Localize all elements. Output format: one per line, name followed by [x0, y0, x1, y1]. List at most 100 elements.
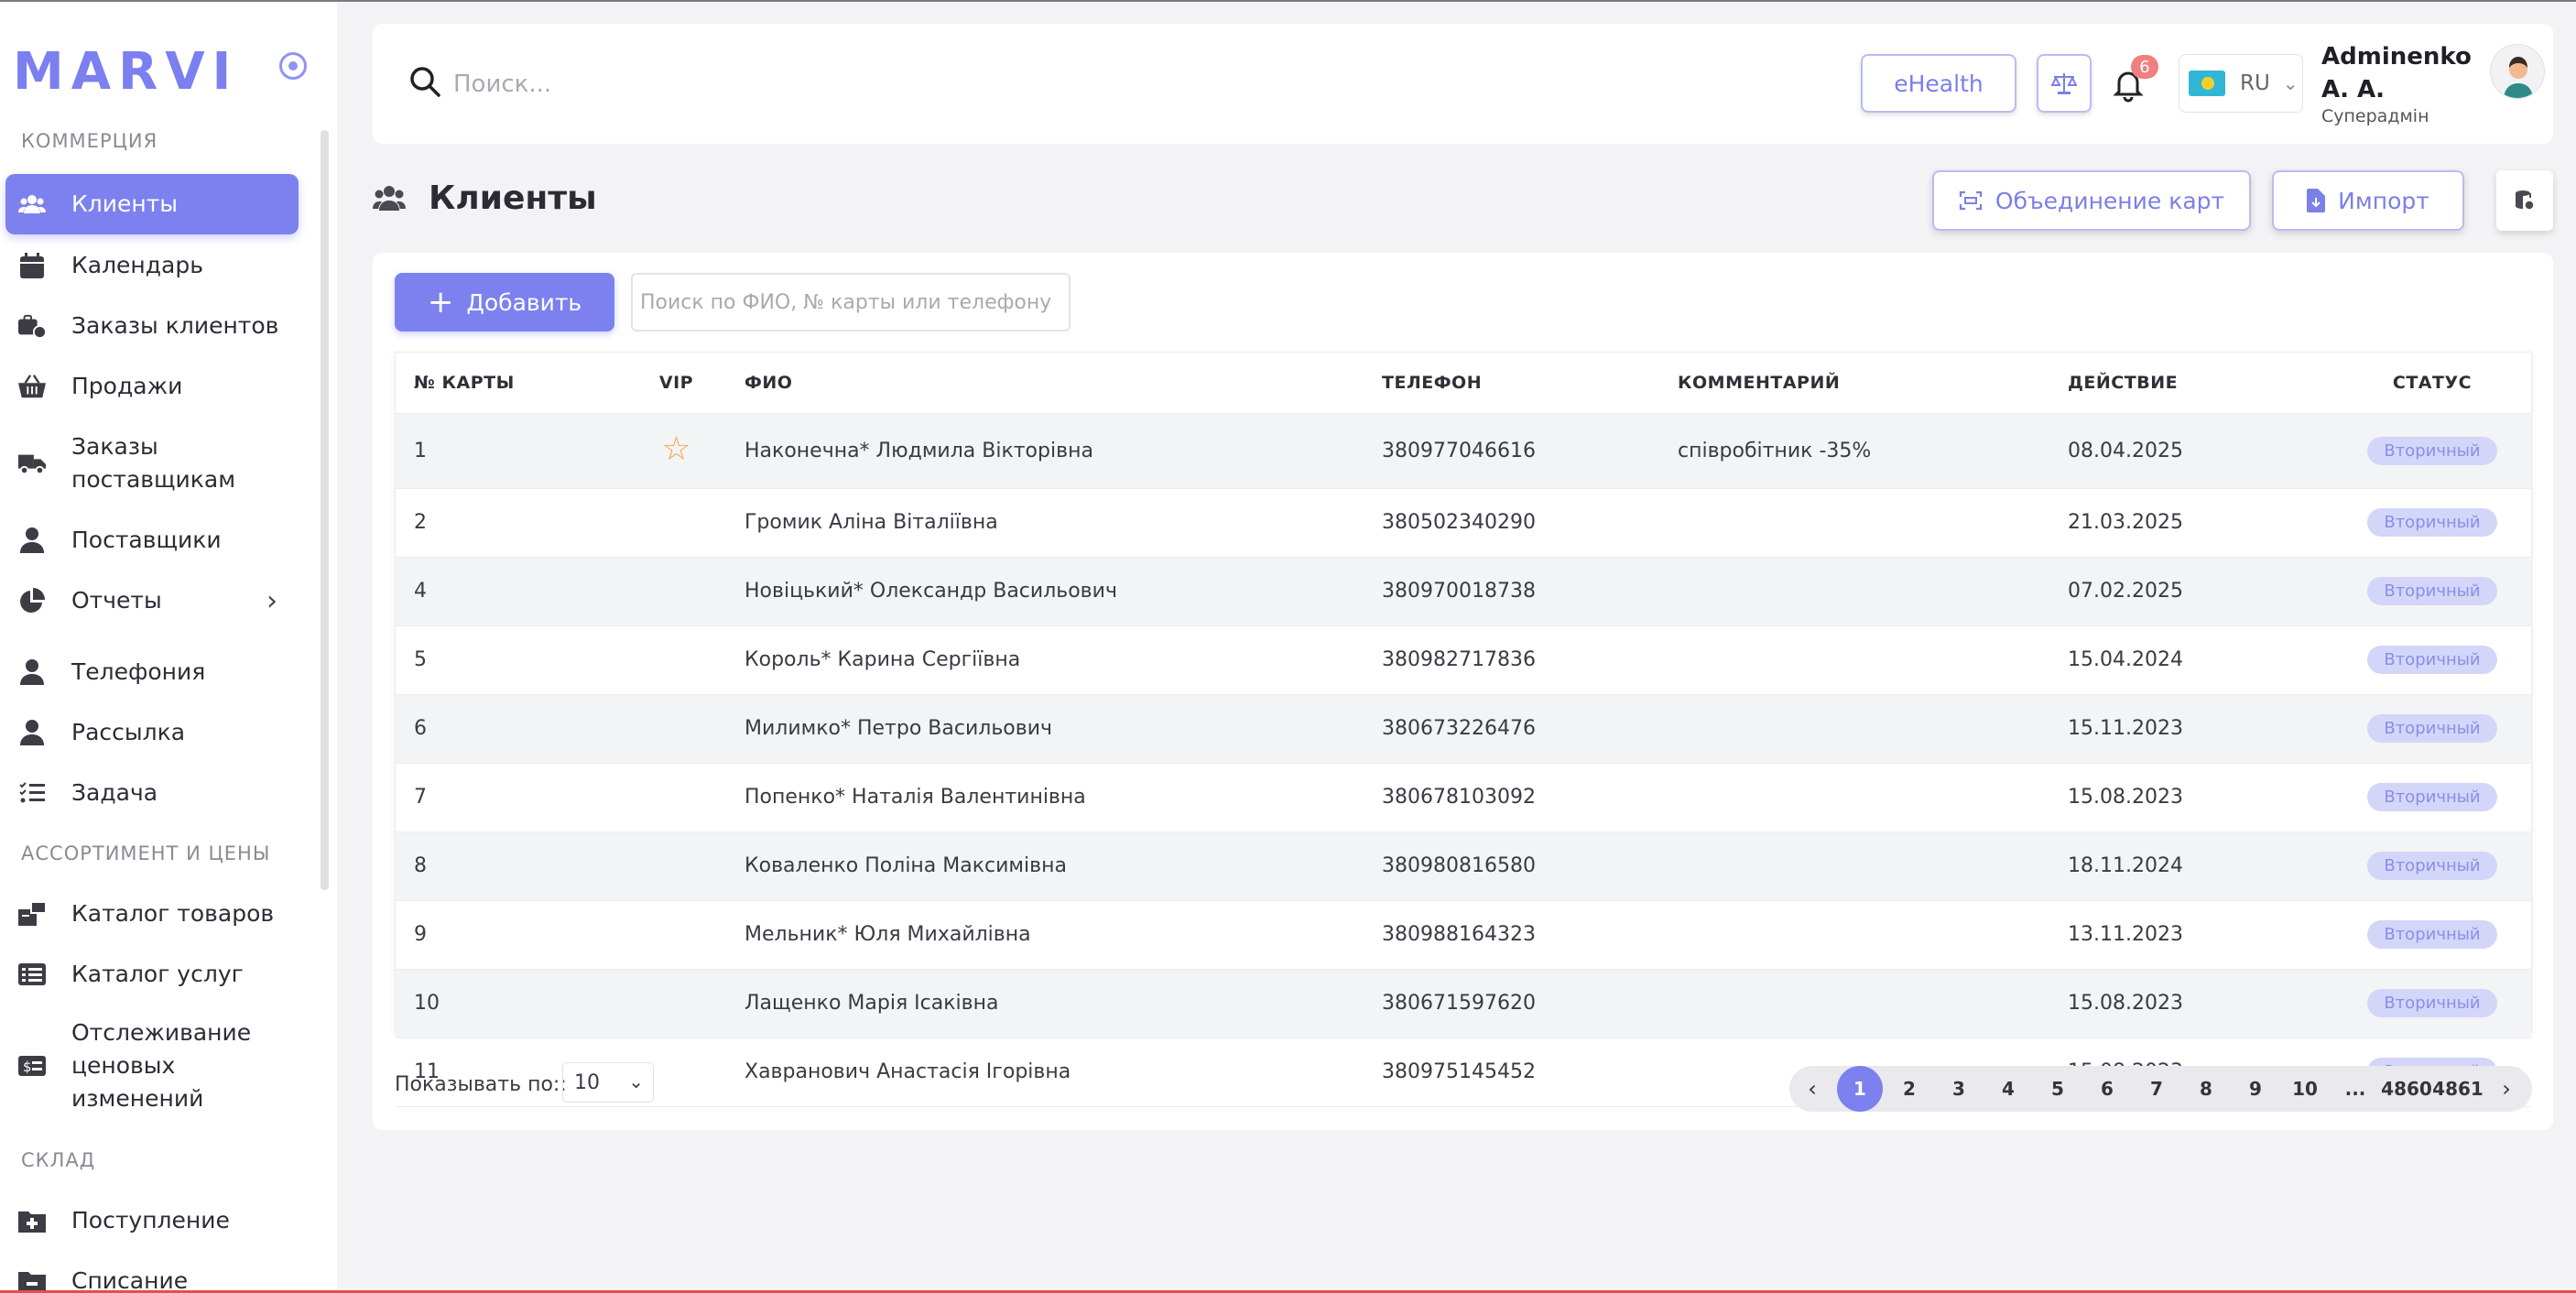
page-button[interactable]: 8 — [2181, 1066, 2231, 1112]
column-header-phone[interactable]: ТЕЛЕФОН — [1382, 353, 1678, 414]
page-button[interactable]: 4861 — [2432, 1066, 2484, 1112]
next-page-icon[interactable]: › — [2484, 1066, 2529, 1112]
page-button[interactable]: 2 — [1885, 1066, 1934, 1112]
prev-page-icon[interactable]: ‹ — [1789, 1066, 1835, 1112]
cell-name: Хавранович Анастасія Ігорівна — [721, 1038, 1382, 1107]
column-header-comment[interactable]: КОММЕНТАРИЙ — [1678, 353, 2068, 414]
user-name[interactable]: Adminenko А. А. — [2321, 40, 2477, 106]
cell-card-number: 2 — [396, 488, 632, 558]
page-button[interactable]: 6 — [2082, 1066, 2132, 1112]
collapse-sidebar-icon[interactable] — [279, 52, 307, 80]
cell-status: Вторичный — [2333, 831, 2531, 901]
sidebar-item-write-off[interactable]: Списание — [5, 1265, 299, 1290]
page-button[interactable]: 10 — [2280, 1066, 2330, 1112]
page-button[interactable]: 4 — [1984, 1066, 2033, 1112]
sidebar-item-calendar[interactable]: Календарь — [5, 249, 299, 282]
cell-phone: 380977046616 — [1382, 413, 1678, 489]
search-icon — [410, 67, 440, 97]
table-row[interactable]: 2 Громик Аліна Віталіївна 380502340290 21.0… — [396, 488, 2531, 558]
sidebar-item-product-catalog[interactable]: Каталог товаров — [5, 897, 299, 930]
sidebar-item-suppliers[interactable]: Поставщики — [5, 524, 299, 557]
sidebar-item-sales[interactable]: Продажи — [5, 370, 299, 403]
column-header-status[interactable]: СТАТУС — [2333, 353, 2531, 414]
table-row[interactable]: 8 Коваленко Поліна Максимівна 380980816580… — [396, 831, 2531, 901]
client-search-input[interactable] — [631, 273, 1071, 331]
sidebar-section-commerce: КОММЕРЦИЯ — [21, 130, 158, 152]
file-import-icon — [2307, 189, 2326, 212]
cell-comment — [1678, 557, 2068, 626]
cell-name: Попенко* Наталія Валентинівна — [721, 763, 1382, 832]
cell-status: Вторичный — [2333, 763, 2531, 832]
column-header-action[interactable]: ДЕЙСТВИЕ — [2068, 353, 2333, 414]
cell-comment — [1678, 625, 2068, 695]
table-row[interactable]: 5 Король* Карина Сергіївна 380982717836 15.… — [396, 625, 2531, 695]
merge-cards-button[interactable]: Объединение карт — [1932, 170, 2251, 231]
table-row[interactable]: 6 Милимко* Петро Васильович 380673226476 15… — [396, 694, 2531, 764]
page-button[interactable]: 3 — [1934, 1066, 1984, 1112]
table-row[interactable]: 7 Попенко* Наталія Валентинівна 3806781030… — [396, 763, 2531, 832]
page-button[interactable]: 4860 — [2381, 1066, 2432, 1112]
table-row[interactable]: 10 Лащенко Марія Ісаківна 380671597620 15.0… — [396, 969, 2531, 1038]
ehealth-button[interactable]: eHealth — [1861, 54, 2016, 113]
cell-vip — [632, 900, 721, 970]
sidebar-item-service-catalog[interactable]: Каталог услуг — [5, 958, 299, 991]
sidebar-section-assortment: АССОРТИМЕНТ И ЦЕНЫ — [21, 842, 271, 864]
user-role: Суперадмін — [2321, 106, 2429, 126]
sidebar-item-task[interactable]: Задача — [5, 777, 299, 809]
phone-user-icon — [18, 658, 46, 686]
sidebar-item-price-tracking[interactable]: $ Отслеживание ценовых изменений — [5, 1016, 280, 1115]
global-search-input[interactable] — [453, 64, 820, 104]
cell-card-number: 6 — [396, 694, 632, 764]
per-page-select[interactable]: 10 ⌄ — [562, 1062, 654, 1103]
truck-icon — [18, 450, 46, 477]
services-icon — [18, 961, 46, 988]
avatar[interactable] — [2490, 44, 2545, 99]
cell-phone: 380970018738 — [1382, 557, 1678, 626]
page-number: 9 — [2249, 1078, 2262, 1100]
cell-action-date: 15.04.2024 — [2068, 625, 2333, 695]
cell-action-date: 07.02.2025 — [2068, 557, 2333, 626]
sidebar-item-supplier-orders[interactable]: Заказы поставщикам — [5, 430, 280, 496]
sidebar-item-telephony[interactable]: Телефония — [5, 656, 299, 689]
column-header-vip[interactable]: VIP — [632, 353, 721, 414]
column-header-card[interactable]: № КАРТЫ — [396, 353, 632, 414]
pagination: ‹ 1 2 3 4 5 6 7 8 9 10... 4860 4861 › — [1789, 1066, 2532, 1112]
cell-phone: 380678103092 — [1382, 763, 1678, 832]
sidebar-item-receipt[interactable]: Поступление — [5, 1204, 299, 1237]
vip-star-icon[interactable]: ☆ — [661, 430, 690, 468]
page-button[interactable]: 1 — [1835, 1066, 1885, 1112]
cell-vip: ☆ — [632, 413, 721, 489]
sidebar-item-mailing[interactable]: Рассылка — [5, 716, 299, 749]
table-row[interactable]: 9 Мельник* Юля Михайлівна 380988164323 13.1… — [396, 900, 2531, 970]
products-icon — [18, 900, 46, 928]
page-button[interactable]: 9 — [2231, 1066, 2280, 1112]
sidebar-item-clients[interactable]: Клиенты — [5, 174, 299, 234]
add-client-button[interactable]: + Добавить — [395, 273, 614, 331]
sidebar-scrollbar[interactable] — [321, 130, 329, 890]
order-icon — [18, 312, 46, 340]
table-row[interactable]: 1 ☆ Наконечна* Людмила Вікторівна 380977046… — [396, 413, 2531, 489]
cell-name: Король* Карина Сергіївна — [721, 625, 1382, 695]
page-button[interactable]: 7 — [2132, 1066, 2181, 1112]
notification-badge: 6 — [2131, 55, 2158, 79]
table-row[interactable]: 4 Новіцький* Олександр Васильович 38097001… — [396, 557, 2531, 626]
cell-action-date: 21.03.2025 — [2068, 488, 2333, 558]
page-number: 10 — [2292, 1078, 2318, 1100]
sidebar-item-reports[interactable]: Отчеты › — [5, 584, 299, 617]
sidebar-item-label: Поступление — [71, 1207, 230, 1233]
language-code: RU — [2240, 71, 2270, 95]
sidebar-item-client-orders[interactable]: Заказы клиентов — [5, 310, 299, 342]
status-badge: Вторичный — [2367, 989, 2497, 1017]
kazakhstan-flag-icon — [2189, 71, 2225, 96]
language-select[interactable]: RU ⌄ — [2179, 54, 2303, 113]
column-header-name[interactable]: ФИО — [721, 353, 1382, 414]
scales-button[interactable] — [2037, 54, 2092, 113]
page-button[interactable]: 5 — [2033, 1066, 2082, 1112]
sidebar-item-label: Календарь — [71, 252, 203, 278]
database-button[interactable] — [2496, 170, 2553, 231]
cell-comment — [1678, 831, 2068, 901]
chevron-right-icon[interactable]: › — [266, 585, 277, 617]
import-button[interactable]: Импорт — [2272, 170, 2464, 231]
cell-status: Вторичный — [2333, 488, 2531, 558]
users-icon — [18, 190, 46, 218]
